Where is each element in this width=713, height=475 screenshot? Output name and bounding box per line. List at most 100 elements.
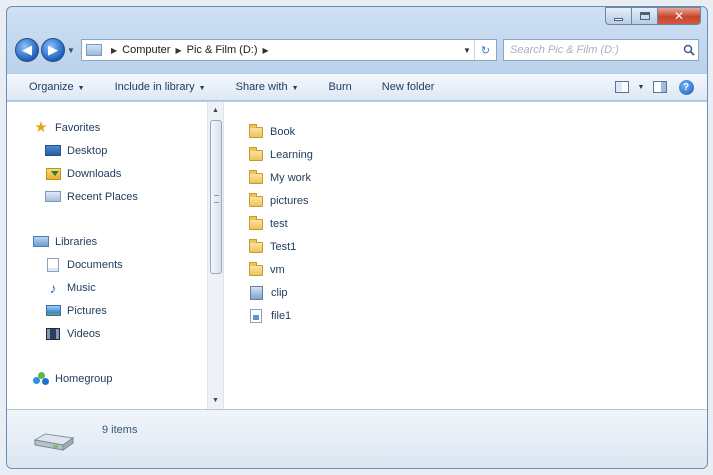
- file-name: file1: [271, 309, 292, 322]
- navigation-bar: ◀ ▶ ▼ ▶ Computer ▶ Pic & Film (D:) ▶ ▼ ↻: [15, 33, 699, 67]
- breadcrumb-computer[interactable]: Computer: [122, 44, 170, 56]
- homegroup-icon: [33, 371, 49, 386]
- burn-button[interactable]: Burn: [329, 81, 352, 93]
- folder-icon: [249, 238, 263, 253]
- item-count: 9 items: [102, 424, 138, 436]
- nav-videos-label: Videos: [67, 327, 101, 340]
- file-name: Learning: [270, 148, 313, 161]
- close-button[interactable]: ✕: [657, 7, 701, 25]
- nav-desktop[interactable]: Desktop: [7, 139, 207, 162]
- nav-pictures[interactable]: Pictures: [7, 299, 207, 322]
- nav-homegroup-label: Homegroup: [55, 372, 113, 385]
- refresh-icon: ↻: [480, 44, 491, 57]
- file-list-item[interactable]: file1: [249, 304, 313, 327]
- maximize-button[interactable]: [631, 7, 657, 25]
- refresh-button[interactable]: ↻: [474, 40, 496, 60]
- file-list-item[interactable]: Test1: [249, 235, 313, 258]
- organize-button[interactable]: Organize ▼: [29, 81, 85, 93]
- music-icon: ♪: [49, 279, 57, 296]
- nav-gap: [7, 208, 207, 230]
- file-list-item[interactable]: pictures: [249, 189, 313, 212]
- file-list-item[interactable]: vm: [249, 258, 313, 281]
- maximize-icon: [639, 12, 650, 20]
- desktop-icon: [45, 144, 61, 158]
- nav-documents[interactable]: Documents: [7, 253, 207, 276]
- search-input[interactable]: [510, 44, 680, 56]
- scroll-down-arrow-icon[interactable]: ▼: [208, 392, 223, 409]
- breadcrumb-separator-icon[interactable]: ▶: [175, 46, 181, 55]
- help-button[interactable]: ?: [673, 77, 699, 97]
- scroll-up-arrow-icon[interactable]: ▲: [208, 102, 223, 119]
- nav-homegroup[interactable]: Homegroup: [7, 367, 207, 390]
- nav-recent-places-label: Recent Places: [67, 190, 138, 203]
- preview-pane-icon: [653, 81, 667, 93]
- help-icon: ?: [678, 79, 694, 95]
- file-list-item[interactable]: test: [249, 212, 313, 235]
- minimize-button[interactable]: [605, 7, 631, 25]
- video-file-icon: [250, 285, 263, 300]
- folder-icon: [249, 169, 263, 184]
- nav-pictures-label: Pictures: [67, 304, 107, 317]
- forward-button[interactable]: ▶: [41, 38, 65, 62]
- nav-videos[interactable]: Videos: [7, 322, 207, 345]
- chevron-down-icon: ▼: [77, 85, 85, 92]
- search-icon[interactable]: [680, 44, 698, 56]
- share-with-label: Share with: [235, 81, 288, 93]
- nav-pane-scrollbar[interactable]: ▲ ▼: [207, 102, 224, 409]
- share-with-button[interactable]: Share with ▼: [236, 81, 299, 93]
- nav-desktop-label: Desktop: [67, 144, 108, 157]
- breadcrumb-drive[interactable]: Pic & Film (D:): [187, 44, 258, 56]
- folder-icon: [249, 146, 263, 161]
- close-icon: ✕: [673, 9, 685, 23]
- downloads-icon: [45, 167, 61, 181]
- scroll-thumb[interactable]: [210, 120, 222, 274]
- view-options-dropdown[interactable]: ▼: [635, 77, 647, 97]
- back-button[interactable]: ◀: [15, 38, 39, 62]
- nav-favorites[interactable]: ★ Favorites: [7, 116, 207, 139]
- folder-icon: [249, 123, 263, 138]
- nav-libraries[interactable]: Libraries: [7, 230, 207, 253]
- address-bar[interactable]: ▶ Computer ▶ Pic & Film (D:) ▶ ▼ ↻: [81, 39, 497, 61]
- chevron-down-icon: ▼: [291, 85, 299, 92]
- breadcrumb-separator-icon[interactable]: ▶: [263, 46, 269, 55]
- nav-recent-places[interactable]: Recent Places: [7, 185, 207, 208]
- hard-drive-icon: [33, 433, 75, 451]
- caption-buttons: ✕: [605, 7, 701, 25]
- file-list-item[interactable]: Book: [249, 120, 313, 143]
- file-name: pictures: [270, 194, 309, 207]
- include-in-library-button[interactable]: Include in library ▼: [115, 81, 206, 93]
- nav-gap: [7, 345, 207, 367]
- new-folder-button[interactable]: New folder: [382, 81, 435, 93]
- back-arrow-icon: ◀: [22, 42, 32, 57]
- file-list-item[interactable]: Learning: [249, 143, 313, 166]
- search-box[interactable]: [503, 39, 699, 61]
- file-name: Test1: [270, 240, 297, 253]
- folder-icon: [249, 215, 263, 230]
- file-list-item[interactable]: My work: [249, 166, 313, 189]
- address-history-dropdown[interactable]: ▼: [460, 46, 474, 55]
- preview-pane-button[interactable]: [647, 77, 673, 97]
- file-list-item[interactable]: clip: [249, 281, 313, 304]
- details-pane: 9 items: [7, 409, 707, 468]
- nav-downloads-label: Downloads: [67, 167, 122, 180]
- forward-arrow-icon: ▶: [48, 42, 58, 57]
- organize-label: Organize: [29, 81, 74, 93]
- breadcrumb-separator-icon[interactable]: ▶: [111, 46, 117, 55]
- minimize-icon: [614, 17, 623, 21]
- recent-places-icon: [45, 190, 61, 204]
- libraries-icon: [33, 235, 49, 249]
- change-view-button[interactable]: [609, 77, 635, 97]
- chevron-down-icon: ▼: [198, 85, 206, 92]
- nav-favorites-label: Favorites: [55, 121, 101, 134]
- recent-pages-dropdown[interactable]: ▼: [65, 46, 77, 55]
- documents-icon: [45, 257, 61, 272]
- nav-downloads[interactable]: Downloads: [7, 162, 207, 185]
- nav-music-label: Music: [67, 281, 96, 294]
- navigation-pane: ★ Favorites Desktop Downloads Recent Pla…: [7, 102, 207, 409]
- views-icon: [615, 81, 629, 93]
- nav-libraries-label: Libraries: [55, 235, 98, 248]
- folder-icon: [249, 261, 263, 276]
- favorites-star-icon: ★: [34, 119, 48, 136]
- nav-music[interactable]: ♪ Music: [7, 276, 207, 299]
- explorer-window: ✕ ◀ ▶ ▼ ▶ Computer ▶ Pic & Film (D:) ▶ ▼…: [6, 6, 708, 469]
